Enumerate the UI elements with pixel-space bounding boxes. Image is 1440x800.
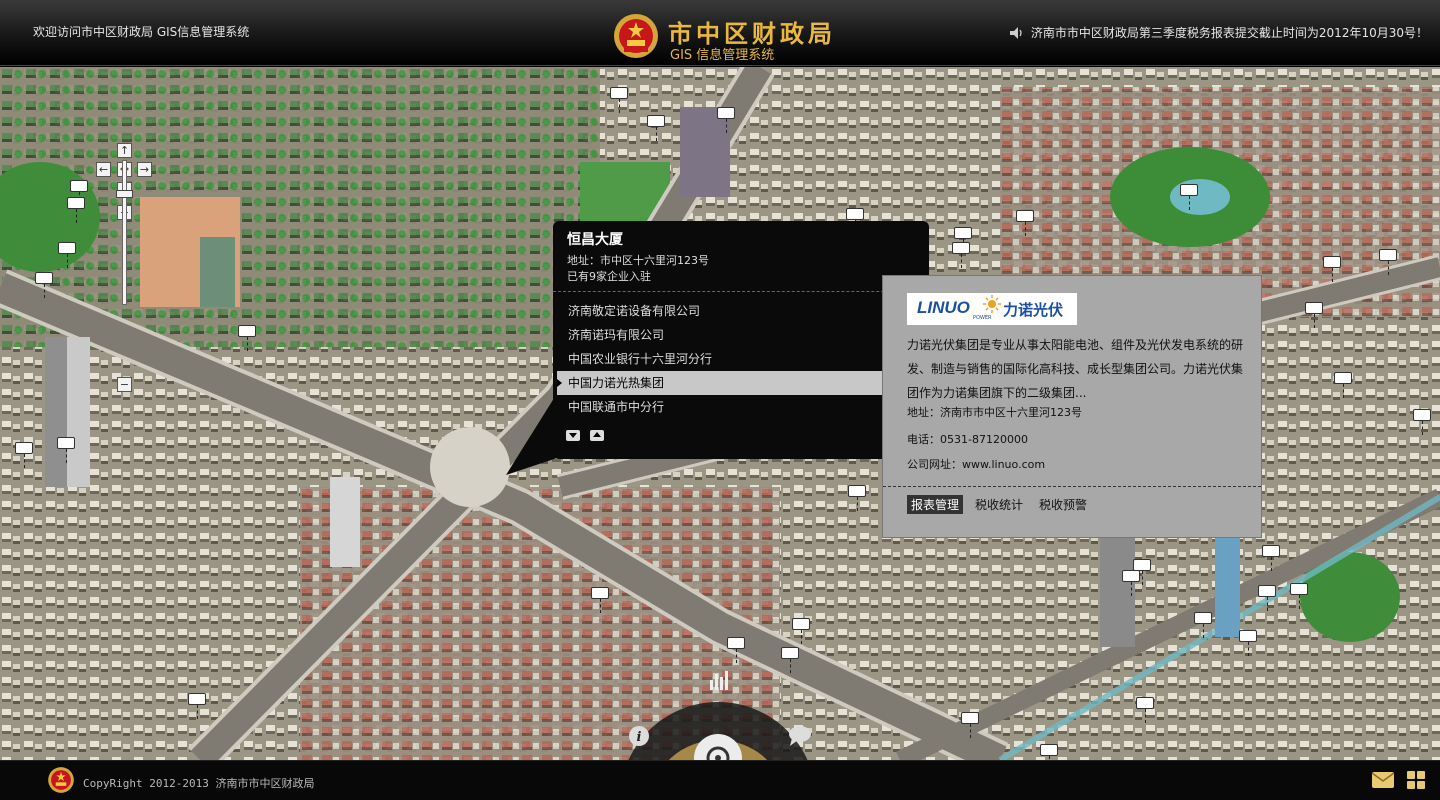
poi-marker[interactable]: [58, 242, 76, 268]
panel-divider: [883, 486, 1261, 487]
poi-marker[interactable]: [1379, 249, 1397, 275]
poi-marker[interactable]: [1262, 545, 1280, 571]
poi-marker[interactable]: [792, 618, 810, 644]
pan-up-button[interactable]: ↑: [117, 143, 132, 158]
company-tabs: 报表管理 税收统计 税收预警: [907, 495, 1091, 514]
poi-marker[interactable]: [188, 693, 206, 719]
notice-marquee[interactable]: 济南市市中区财政局第三季度税务报表提交截止时间为2012年10月30号！: [1009, 24, 1428, 41]
company-detail-panel: LINUO 力诺光伏 POWER 力诺光伏集团是专业从事太阳能电池、组件及光伏发…: [882, 275, 1262, 538]
info-icon[interactable]: i: [629, 726, 649, 746]
poi-marker[interactable]: [846, 208, 864, 234]
header: 欢迎访问市中区财政局 GIS信息管理系统 市中区财政局 GIS 信息管理系统 济…: [0, 0, 1440, 66]
poi-marker[interactable]: [1258, 585, 1276, 611]
building-company-count: 已有9家企业入驻: [567, 270, 651, 283]
poi-marker[interactable]: [1180, 184, 1198, 210]
poi-marker[interactable]: [1323, 256, 1341, 282]
zoom-out-button[interactable]: −: [117, 377, 132, 392]
poi-marker[interactable]: [1305, 302, 1323, 328]
poi-marker[interactable]: [727, 637, 745, 663]
tab-report-management[interactable]: 报表管理: [907, 495, 964, 514]
company-list-item[interactable]: 济南敬定诺设备有限公司: [553, 299, 929, 323]
poi-marker[interactable]: [848, 485, 866, 511]
poi-marker[interactable]: [1194, 612, 1212, 638]
national-emblem-icon: [48, 767, 74, 793]
company-description: 力诺光伏集团是专业从事太阳能电池、组件及光伏发电系统的研发、制造与销售的国际化高…: [907, 338, 1244, 400]
company-address: 地址：济南市市中区十六里河123号: [907, 406, 1082, 419]
zoom-slider-handle[interactable]: [116, 190, 133, 199]
scroll-up-icon[interactable]: [590, 430, 604, 441]
speaker-icon: [1009, 26, 1022, 39]
company-logo-cn: 力诺光伏: [1003, 301, 1064, 319]
company-list-item[interactable]: 中国联通市中分行: [553, 395, 929, 419]
poi-marker[interactable]: [57, 437, 75, 463]
company-list-item[interactable]: 中国农业银行十六里河分行: [553, 347, 929, 371]
national-emblem-icon: [614, 14, 658, 58]
building-name: 恒昌大厦: [567, 232, 623, 248]
poi-marker[interactable]: [647, 115, 665, 141]
copyright-text: CopyRight 2012-2013 济南市市中区财政局: [83, 777, 315, 790]
zoom-slider-track[interactable]: [122, 160, 127, 305]
tab-tax-warning[interactable]: 税收预警: [1035, 495, 1091, 514]
chat-icon[interactable]: [789, 726, 811, 746]
statistics-icon[interactable]: [710, 671, 730, 692]
poi-marker[interactable]: [1334, 372, 1352, 398]
company-phone: 电话：0531-87120000: [907, 433, 1028, 446]
svg-text:i: i: [637, 730, 642, 745]
poi-marker[interactable]: [15, 442, 33, 468]
welcome-text: 欢迎访问市中区财政局 GIS信息管理系统: [33, 25, 250, 39]
poi-marker[interactable]: [1290, 583, 1308, 609]
site-logo[interactable]: 市中区财政局 GIS 信息管理系统: [612, 12, 842, 64]
pan-left-button[interactable]: ←: [96, 162, 111, 177]
building-popup: 恒昌大厦 地址：市中区十六里河123号 已有9家企业入驻 济南敬定诺设备有限公司…: [553, 221, 929, 459]
company-list-item[interactable]: 济南诺玛有限公司: [553, 323, 929, 347]
poi-marker[interactable]: [1239, 630, 1257, 656]
poi-marker[interactable]: [591, 587, 609, 613]
footer: CopyRight 2012-2013 济南市市中区财政局: [0, 760, 1440, 800]
notice-text: 济南市市中区财政局第三季度税务报表提交截止时间为2012年10月30号！: [1030, 26, 1428, 40]
company-logo: LINUO 力诺光伏 POWER: [907, 293, 1077, 325]
poi-marker[interactable]: [717, 107, 735, 133]
poi-marker[interactable]: [70, 180, 88, 206]
company-list-item-selected[interactable]: 中国力诺光热集团: [557, 371, 929, 395]
city-map[interactable]: ↑ ← ✥ → ↓ + − 恒昌大厦 地址：市中区十六里河123号 已有9家企业…: [0, 67, 1440, 760]
brand-subtitle: GIS 信息管理系统: [670, 48, 775, 63]
mail-icon[interactable]: [1371, 771, 1395, 789]
poi-marker[interactable]: [1040, 744, 1058, 760]
poi-marker[interactable]: [238, 325, 256, 351]
popup-divider: [553, 291, 929, 292]
company-list: 济南敬定诺设备有限公司 济南诺玛有限公司 中国农业银行十六里河分行 中国力诺光热…: [553, 299, 929, 419]
tab-tax-statistics[interactable]: 税收统计: [971, 495, 1027, 514]
pan-right-button[interactable]: →: [137, 162, 152, 177]
poi-marker[interactable]: [35, 272, 53, 298]
building-address: 地址：市中区十六里河123号: [567, 254, 709, 267]
company-website: 公司网址：www.linuo.com: [907, 458, 1046, 471]
scroll-down-icon[interactable]: [566, 430, 580, 441]
poi-marker[interactable]: [67, 197, 85, 223]
grid-menu-icon[interactable]: [1406, 770, 1426, 790]
poi-marker[interactable]: [961, 712, 979, 738]
poi-marker[interactable]: [1413, 409, 1431, 435]
company-logo-latin: LINUO: [917, 298, 970, 317]
sun-icon: [983, 295, 1001, 313]
poi-marker[interactable]: [954, 227, 972, 253]
poi-marker[interactable]: [952, 242, 970, 268]
company-logo-power: POWER: [973, 315, 992, 321]
poi-marker[interactable]: [1136, 697, 1154, 723]
poi-marker[interactable]: [610, 87, 628, 113]
poi-marker[interactable]: [1122, 570, 1140, 596]
poi-marker[interactable]: [1016, 210, 1034, 236]
poi-marker[interactable]: [781, 647, 799, 673]
